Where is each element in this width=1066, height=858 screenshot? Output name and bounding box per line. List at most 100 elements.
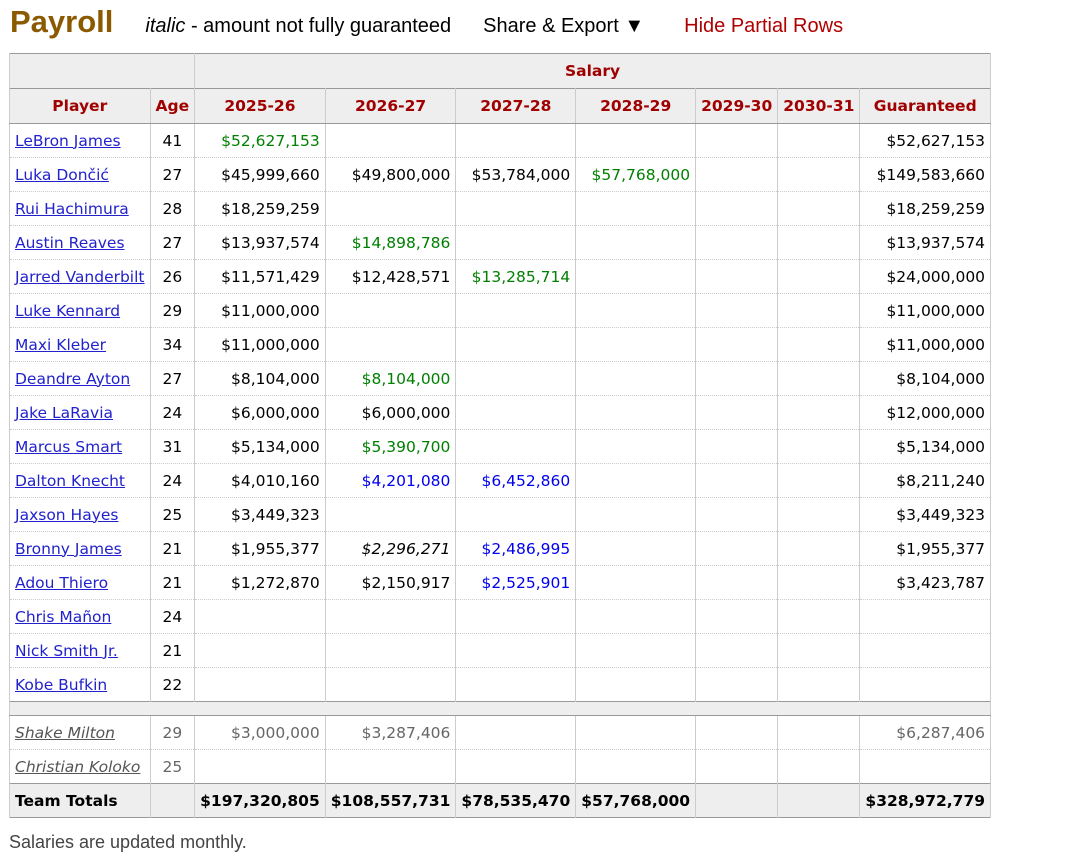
salary-cell: $5,134,000 (194, 429, 326, 464)
salary-cell (575, 429, 697, 464)
age-cell: 22 (149, 667, 196, 702)
guaranteed-cell (859, 667, 992, 702)
age-cell: 41 (149, 123, 196, 158)
table-row: Jarred Vanderbilt 26 $11,571,429 $12,428,57… (9, 259, 992, 294)
player-cell: Shake Milton (9, 715, 151, 750)
salary-cell: $8,104,000 (324, 361, 457, 396)
salary-cell: $1,272,870 (194, 565, 326, 600)
salary-cell (695, 361, 779, 396)
salary-cell (575, 749, 697, 784)
player-link[interactable]: Jarred Vanderbilt (15, 268, 145, 286)
salary-cell (324, 293, 457, 328)
player-link[interactable]: Maxi Kleber (15, 336, 106, 354)
salary-cell (455, 429, 577, 464)
salary-cell (455, 293, 577, 328)
salary-cell: $57,768,000 (575, 157, 697, 192)
salary-cell (695, 327, 779, 362)
guaranteed-cell (859, 599, 992, 634)
player-link[interactable]: Luke Kennard (15, 302, 120, 320)
salary-cell (777, 157, 861, 192)
salary-cell (324, 749, 457, 784)
player-cell: Nick Smith Jr. (9, 633, 151, 668)
salary-cell (455, 715, 577, 750)
table-row: Dalton Knecht 24 $4,010,160 $4,201,080 $6,45… (9, 463, 992, 498)
player-link[interactable]: Shake Milton (15, 724, 115, 742)
salary-cell (695, 293, 779, 328)
table-row: Luka Dončić 27 $45,999,660 $49,800,000 $53,7… (9, 157, 992, 192)
player-link[interactable]: Austin Reaves (15, 234, 125, 252)
salary-cell: $2,150,917 (324, 565, 457, 600)
guaranteed-cell: $11,000,000 (859, 293, 992, 328)
salary-cell: $3,449,323 (194, 497, 326, 532)
salary-cell (575, 395, 697, 430)
player-link[interactable]: Jake LaRavia (15, 404, 113, 422)
table-row: Kobe Bufkin 22 (9, 667, 992, 702)
player-link[interactable]: LeBron James (15, 132, 121, 150)
footer-note: Salaries are updated monthly. (9, 832, 247, 852)
salary-cell (777, 225, 861, 260)
partial-table-row: Christian Koloko 25 (9, 749, 992, 784)
player-link[interactable]: Marcus Smart (15, 438, 122, 456)
player-link[interactable]: Bronny James (15, 540, 122, 558)
player-link[interactable]: Nick Smith Jr. (15, 642, 118, 660)
table-row: Deandre Ayton 27 $8,104,000 $8,104,000 $8,10… (9, 361, 992, 396)
column-header-age[interactable]: Age (149, 88, 196, 124)
guaranteed-cell: $24,000,000 (859, 259, 992, 294)
salary-cell: $13,285,714 (455, 259, 577, 294)
column-header-guaranteed[interactable]: Guaranteed (859, 88, 992, 124)
table-row: Marcus Smart 31 $5,134,000 $5,390,700 $5,134… (9, 429, 992, 464)
age-cell: 24 (149, 395, 196, 430)
player-link[interactable]: Rui Hachimura (15, 200, 129, 218)
salary-cell (455, 327, 577, 362)
table-row: LeBron James 41 $52,627,153 $52,627,153 (9, 123, 992, 158)
salary-cell: $49,800,000 (324, 157, 457, 192)
salary-cell (777, 667, 861, 702)
player-link[interactable]: Adou Thiero (15, 574, 108, 592)
salary-cell: $45,999,660 (194, 157, 326, 192)
guaranteed-cell: $11,000,000 (859, 327, 992, 362)
guaranteed-cell (859, 633, 992, 668)
total-salary-cell: $197,320,805 (194, 783, 326, 818)
salary-cell (777, 293, 861, 328)
column-header-player[interactable]: Player (9, 88, 151, 124)
player-link[interactable]: Christian Koloko (15, 758, 140, 776)
column-header-2030-31[interactable]: 2030-31 (777, 88, 861, 124)
hide-partial-rows-link[interactable]: Hide Partial Rows (684, 15, 843, 38)
player-link[interactable]: Deandre Ayton (15, 370, 130, 388)
salary-cell: $3,000,000 (194, 715, 326, 750)
salary-cell: $2,486,995 (455, 531, 577, 566)
player-cell: Luke Kennard (9, 293, 151, 328)
share-export-menu[interactable]: Share & Export ▼ (483, 15, 644, 38)
column-header-2027-28[interactable]: 2027-28 (455, 88, 577, 124)
column-header-2029-30[interactable]: 2029-30 (695, 88, 779, 124)
salary-cell: $11,000,000 (194, 327, 326, 362)
salary-group-header: Salary (194, 53, 992, 89)
salary-cell (777, 429, 861, 464)
legend-text: - amount not fully guaranteed (185, 15, 452, 37)
guaranteed-cell: $52,627,153 (859, 123, 992, 158)
salary-cell (324, 497, 457, 532)
salary-cell (695, 633, 779, 668)
legend-italic-word: italic (145, 15, 186, 37)
salary-cell: $2,296,271 (324, 531, 457, 566)
player-link[interactable]: Jaxson Hayes (15, 506, 119, 524)
player-cell: Chris Mañon (9, 599, 151, 634)
salary-cell: $1,955,377 (194, 531, 326, 566)
salary-cell (575, 191, 697, 226)
salary-cell (695, 191, 779, 226)
guaranteed-cell: $6,287,406 (859, 715, 992, 750)
column-header-2025-26[interactable]: 2025-26 (194, 88, 326, 124)
column-header-2028-29[interactable]: 2028-29 (575, 88, 697, 124)
table-row: Jaxson Hayes 25 $3,449,323 $3,449,323 (9, 497, 992, 532)
guaranteed-cell: $18,259,259 (859, 191, 992, 226)
player-link[interactable]: Luka Dončić (15, 166, 109, 184)
player-link[interactable]: Dalton Knecht (15, 472, 125, 490)
player-link[interactable]: Chris Mañon (15, 608, 111, 626)
totals-label: Team Totals (9, 783, 151, 818)
column-header-2026-27[interactable]: 2026-27 (324, 88, 457, 124)
age-cell: 21 (149, 531, 196, 566)
salary-cell (695, 157, 779, 192)
player-link[interactable]: Kobe Bufkin (15, 676, 107, 694)
table-row: Chris Mañon 24 (9, 599, 992, 634)
total-salary-cell (695, 783, 779, 818)
